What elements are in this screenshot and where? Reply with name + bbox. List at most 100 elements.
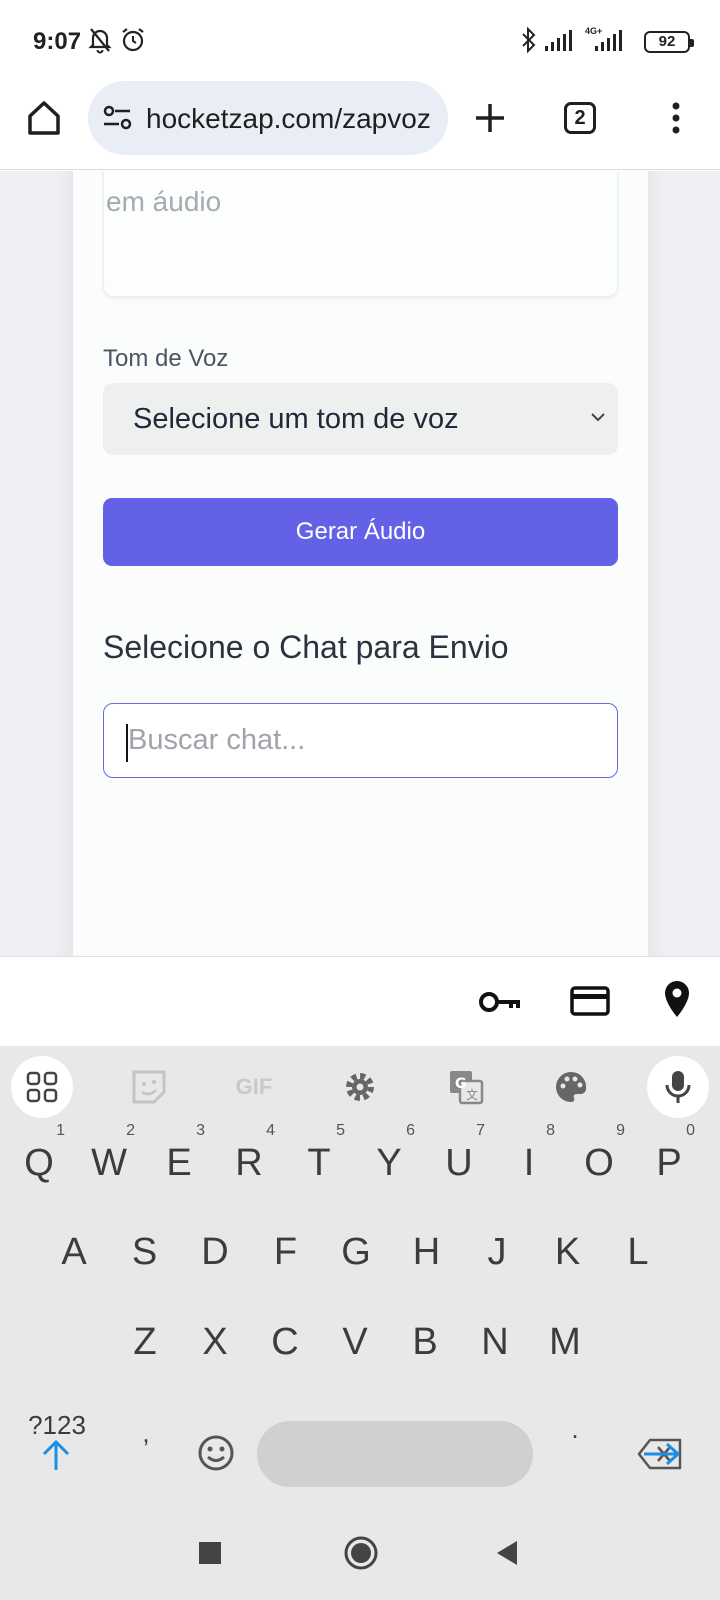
enter-arrow-key[interactable]	[640, 1436, 684, 1477]
key-l[interactable]: L	[608, 1231, 668, 1274]
key-u[interactable]: U7	[429, 1122, 489, 1185]
credit-card-icon[interactable]	[570, 985, 610, 1022]
key-r[interactable]: R4	[219, 1122, 279, 1185]
key-f[interactable]: F	[256, 1231, 316, 1274]
status-bar: 9:07 4G+ 92	[0, 0, 720, 80]
status-time: 9:07	[33, 28, 82, 55]
more-menu-icon[interactable]	[652, 94, 700, 142]
bell-off-icon	[88, 26, 112, 59]
svg-text:G: G	[455, 1076, 467, 1092]
signal-4g-icon	[594, 26, 624, 59]
key-label: J	[487, 1231, 507, 1273]
key-label: K	[554, 1231, 581, 1273]
key-label: H	[412, 1231, 441, 1273]
translate-icon[interactable]: G文	[435, 1056, 497, 1118]
chat-search-input[interactable]: Buscar chat...	[103, 703, 618, 778]
key-number-hint: 0	[686, 1122, 695, 1139]
palette-icon[interactable]	[540, 1056, 602, 1118]
chat-section-title: Selecione o Chat para Envio	[103, 629, 509, 665]
recents-icon[interactable]	[198, 1541, 222, 1570]
key-p[interactable]: P0	[639, 1122, 699, 1185]
key-q[interactable]: Q1	[9, 1122, 69, 1185]
svg-text:文: 文	[466, 1087, 478, 1102]
generate-audio-button[interactable]: Gerar Áudio	[103, 498, 618, 566]
key-label: R	[235, 1142, 263, 1184]
key-w[interactable]: W2	[79, 1122, 139, 1185]
back-icon[interactable]	[495, 1539, 519, 1572]
sticker-icon[interactable]	[118, 1056, 180, 1118]
autofill-bar	[0, 956, 720, 1046]
text-cursor	[126, 724, 128, 762]
system-nav-bar	[0, 1514, 720, 1600]
key-label: G	[341, 1231, 371, 1273]
key-g[interactable]: G	[326, 1231, 386, 1274]
gif-label: GIF	[235, 1074, 273, 1099]
key-label: P	[656, 1142, 682, 1184]
space-key[interactable]	[257, 1421, 533, 1487]
key-label: U	[445, 1142, 473, 1184]
key-number-hint: 8	[546, 1122, 555, 1139]
key-z[interactable]: Z	[115, 1321, 175, 1364]
key-label: D	[201, 1231, 229, 1273]
page-content: em áudio Tom de Voz Selecione um tom de …	[0, 171, 720, 956]
comma-key[interactable]: ,	[116, 1418, 176, 1449]
key-m[interactable]: M	[535, 1321, 595, 1364]
gif-button[interactable]: GIF	[223, 1056, 285, 1118]
key-a[interactable]: A	[44, 1231, 104, 1274]
text-to-audio-textarea[interactable]: em áudio	[103, 171, 618, 297]
tab-switcher-icon[interactable]: 2	[556, 94, 604, 142]
key-label: V	[342, 1321, 368, 1363]
address-bar[interactable]: hocketzap.com/zapvoz	[88, 81, 448, 155]
key-number-hint: 4	[266, 1122, 275, 1139]
period-key[interactable]: .	[545, 1414, 605, 1445]
key-label: X	[202, 1321, 228, 1363]
tab-count: 2	[564, 102, 596, 134]
key-label: I	[523, 1142, 535, 1184]
key-v[interactable]: V	[325, 1321, 385, 1364]
key-s[interactable]: S	[115, 1231, 175, 1274]
key-label: A	[61, 1231, 87, 1273]
apps-grid-icon[interactable]	[11, 1056, 73, 1118]
key-o[interactable]: O9	[569, 1122, 629, 1185]
browser-toolbar: hocketzap.com/zapvoz 2	[0, 80, 720, 170]
key-j[interactable]: J	[467, 1231, 527, 1274]
key-c[interactable]: C	[255, 1321, 315, 1364]
key-i[interactable]: I8	[499, 1122, 559, 1185]
key-k[interactable]: K	[538, 1231, 598, 1274]
key-number-hint: 9	[616, 1122, 625, 1139]
tone-label: Tom de Voz	[103, 345, 229, 372]
key-e[interactable]: E3	[149, 1122, 209, 1185]
textarea-placeholder: em áudio	[106, 186, 222, 217]
key-x[interactable]: X	[185, 1321, 245, 1364]
mic-icon[interactable]	[647, 1056, 709, 1118]
site-settings-icon[interactable]	[102, 104, 134, 137]
key-number-hint: 3	[196, 1122, 205, 1139]
emoji-key[interactable]	[196, 1433, 236, 1478]
settings-icon[interactable]	[329, 1056, 391, 1118]
key-t[interactable]: T5	[289, 1122, 349, 1185]
key-number-hint: 1	[56, 1122, 65, 1139]
symbols-key[interactable]: ?123	[22, 1410, 92, 1441]
new-tab-icon[interactable]	[466, 94, 514, 142]
home-nav-icon[interactable]	[343, 1535, 379, 1576]
chevron-down-icon	[588, 407, 608, 432]
key-h[interactable]: H	[397, 1231, 457, 1274]
key-number-hint: 7	[476, 1122, 485, 1139]
shift-key[interactable]	[26, 1436, 86, 1481]
tone-select[interactable]: Selecione um tom de voz	[103, 383, 618, 455]
search-placeholder: Buscar chat...	[128, 724, 306, 756]
key-y[interactable]: Y6	[359, 1122, 419, 1185]
key-label: Y	[376, 1142, 402, 1184]
keyboard: ?123 , . Q1W2E3R4T5Y6U7I8O9P0ASDFGHJKLZX…	[0, 1122, 720, 1514]
key-icon[interactable]	[478, 987, 522, 1022]
key-number-hint: 5	[336, 1122, 345, 1139]
key-label: L	[627, 1231, 649, 1273]
home-icon[interactable]	[20, 94, 68, 142]
key-b[interactable]: B	[395, 1321, 455, 1364]
key-number-hint: 2	[126, 1122, 135, 1139]
key-label: E	[166, 1142, 192, 1184]
key-n[interactable]: N	[465, 1321, 525, 1364]
key-d[interactable]: D	[185, 1231, 245, 1274]
location-pin-icon[interactable]	[662, 979, 692, 1024]
bluetooth-icon	[520, 26, 538, 59]
